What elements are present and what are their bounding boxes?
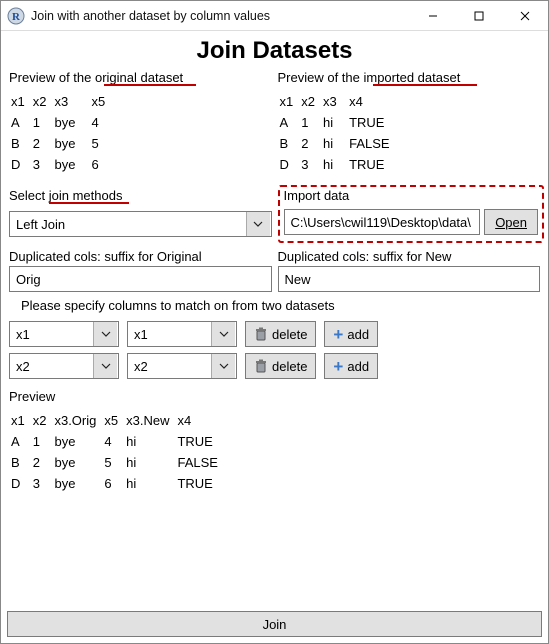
trash-icon — [254, 327, 268, 341]
window-close-button[interactable] — [502, 1, 548, 31]
col-header: x1 — [278, 91, 300, 112]
join-button[interactable]: Join — [7, 611, 542, 637]
table-header-row: x1 x2 x3 x5 — [9, 91, 111, 112]
label-preview-imported-text: Preview of the imported dataset — [278, 70, 461, 85]
col-header: x3.Orig — [52, 410, 102, 431]
table-result-preview: x1 x2 x3.Orig x5 x3.New x4 A1bye4hiTRUE … — [9, 410, 224, 494]
match-row: x1 x1 delete + add — [9, 321, 540, 347]
table-header-row: x1 x2 x3.Orig x5 x3.New x4 — [9, 410, 224, 431]
join-label: Join — [263, 617, 287, 632]
add-button[interactable]: + add — [324, 321, 378, 347]
match-right-value: x1 — [134, 327, 148, 342]
delete-label: delete — [272, 359, 307, 374]
label-preview-original-text: Preview of the original dataset — [9, 70, 183, 85]
label-import-data: Import data — [284, 187, 539, 205]
join-method-value: Left Join — [16, 217, 65, 232]
col-header: x2 — [31, 91, 53, 112]
match-right-value: x2 — [134, 359, 148, 374]
chevron-down-icon — [211, 322, 235, 346]
label-join-methods: Select join methods — [9, 185, 272, 205]
table-row: A1bye4hiTRUE — [9, 431, 224, 452]
match-right-select[interactable]: x2 — [127, 353, 237, 379]
match-right-select[interactable]: x1 — [127, 321, 237, 347]
table-header-row: x1 x2 x3 x4 — [278, 91, 396, 112]
match-instruction: Please specify columns to match on from … — [9, 292, 540, 315]
plus-icon: + — [333, 326, 343, 343]
delete-label: delete — [272, 327, 307, 342]
svg-text:R: R — [12, 11, 21, 23]
col-header: x3 — [52, 91, 89, 112]
match-left-select[interactable]: x2 — [9, 353, 119, 379]
underline-imported — [373, 84, 477, 86]
match-row: x2 x2 delete + add — [9, 353, 540, 379]
table-row: B2bye5 — [9, 133, 111, 154]
suffix-original-field[interactable] — [9, 266, 272, 292]
add-button[interactable]: + add — [324, 353, 378, 379]
chevron-down-icon — [93, 354, 117, 378]
col-header: x3 — [321, 91, 347, 112]
table-imported-preview: x1 x2 x3 x4 A1hiTRUE B2hiFALSE D3hiTRUE — [278, 91, 396, 175]
underline-join-methods — [49, 202, 129, 204]
minimize-icon — [428, 11, 438, 21]
table-row: A1bye4 — [9, 112, 111, 133]
table-row: B2bye5hiFALSE — [9, 452, 224, 473]
chevron-down-icon — [246, 212, 270, 236]
window-title: Join with another dataset by column valu… — [31, 9, 410, 23]
col-header: x1 — [9, 410, 31, 431]
delete-button[interactable]: delete — [245, 321, 316, 347]
table-row: A1hiTRUE — [278, 112, 396, 133]
table-row: B2hiFALSE — [278, 133, 396, 154]
label-join-methods-text: Select join methods — [9, 188, 122, 203]
col-header: x4 — [347, 91, 395, 112]
table-row: D3bye6hiTRUE — [9, 473, 224, 494]
table-original-preview: x1 x2 x3 x5 A1bye4 B2bye5 D3bye6 — [9, 91, 111, 175]
label-preview-imported: Preview of the imported dataset — [278, 67, 541, 87]
match-left-select[interactable]: x1 — [9, 321, 119, 347]
col-header: x5 — [89, 91, 111, 112]
window-minimize-button[interactable] — [410, 1, 456, 31]
maximize-icon — [474, 11, 484, 21]
col-header: x3.New — [124, 410, 175, 431]
suffix-new-field[interactable] — [278, 266, 541, 292]
close-icon — [520, 11, 530, 21]
page-title: Join Datasets — [9, 37, 540, 65]
chevron-down-icon — [93, 322, 117, 346]
match-left-value: x1 — [16, 327, 30, 342]
window-maximize-button[interactable] — [456, 1, 502, 31]
import-path-field[interactable] — [284, 209, 481, 235]
col-header: x1 — [9, 91, 31, 112]
delete-button[interactable]: delete — [245, 353, 316, 379]
label-dup-original: Duplicated cols: suffix for Original — [9, 243, 272, 266]
col-header: x2 — [299, 91, 321, 112]
join-method-select[interactable]: Left Join — [9, 211, 272, 237]
underline-original — [104, 84, 196, 86]
add-label: add — [347, 359, 369, 374]
table-row: D3bye6 — [9, 154, 111, 175]
plus-icon: + — [333, 358, 343, 375]
add-label: add — [347, 327, 369, 342]
col-header: x5 — [102, 410, 124, 431]
open-button[interactable]: Open — [484, 209, 538, 235]
col-header: x2 — [31, 410, 53, 431]
app-icon: R — [7, 7, 25, 25]
chevron-down-icon — [211, 354, 235, 378]
titlebar: R Join with another dataset by column va… — [1, 1, 548, 31]
match-left-value: x2 — [16, 359, 30, 374]
import-data-box: Import data Open — [278, 185, 545, 243]
label-dup-new: Duplicated cols: suffix for New — [278, 243, 541, 266]
label-preview-result: Preview — [9, 385, 540, 406]
table-row: D3hiTRUE — [278, 154, 396, 175]
trash-icon — [254, 359, 268, 373]
label-preview-original: Preview of the original dataset — [9, 67, 272, 87]
col-header: x4 — [175, 410, 223, 431]
